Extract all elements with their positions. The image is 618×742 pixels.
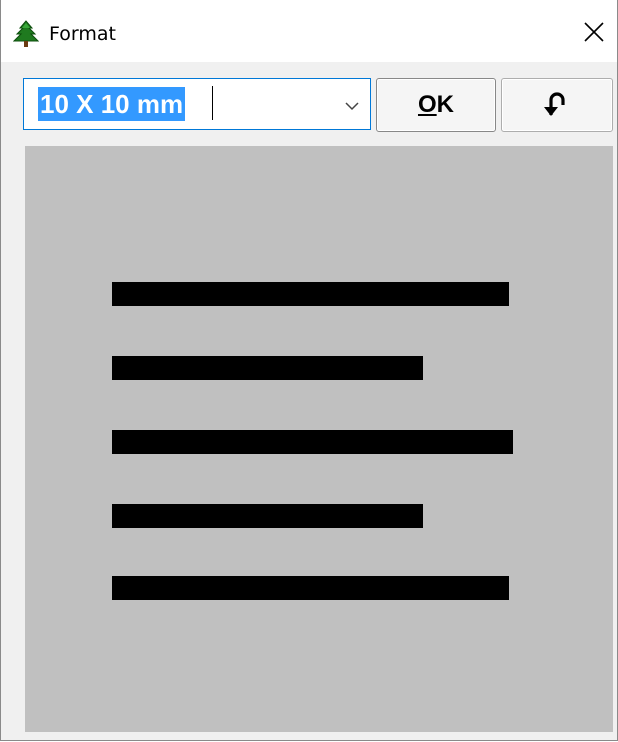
ok-label-rest: K [436, 91, 454, 118]
format-preview-area [25, 146, 613, 732]
ok-button[interactable]: OK [376, 78, 496, 132]
format-dialog: Format 10 X 10 mm OK [0, 0, 618, 741]
preview-line [112, 430, 513, 454]
preview-line [112, 576, 509, 600]
preview-line [112, 356, 423, 380]
tree-icon [12, 20, 40, 48]
undo-button[interactable] [501, 78, 613, 132]
ok-mnemonic: O [417, 91, 437, 118]
close-icon [584, 22, 604, 42]
size-combobox[interactable]: 10 X 10 mm [23, 78, 371, 130]
close-button[interactable] [571, 10, 617, 54]
window-title: Format [49, 23, 116, 45]
preview-line [112, 282, 509, 306]
size-combobox-value[interactable]: 10 X 10 mm [38, 87, 186, 121]
preview-line [112, 504, 423, 528]
ok-button-label: OK [418, 91, 454, 119]
chevron-down-icon[interactable] [344, 97, 360, 111]
text-caret [212, 86, 213, 120]
undo-arrow-icon [542, 87, 572, 123]
title-bar[interactable]: Format [1, 0, 617, 62]
